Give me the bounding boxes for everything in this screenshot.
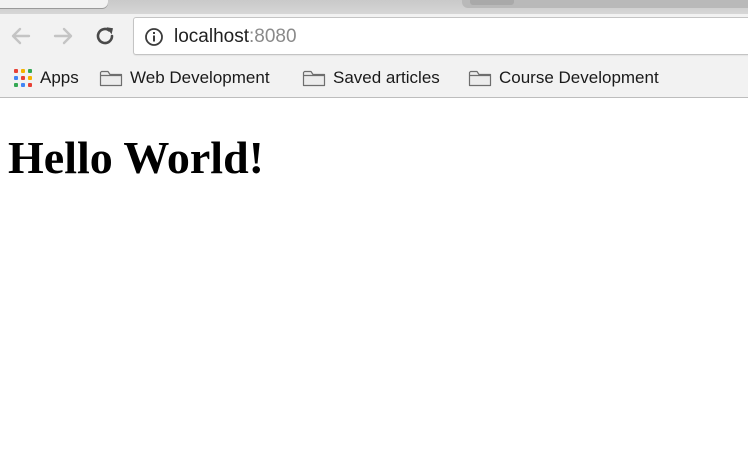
reload-icon bbox=[96, 27, 114, 45]
arrow-left-icon bbox=[11, 27, 31, 45]
apps-grid-dot bbox=[21, 83, 25, 87]
apps-grid-dot bbox=[21, 69, 25, 73]
browser-window: localhost:8080 Apps Web Development Save… bbox=[0, 0, 748, 452]
arrow-right-icon bbox=[53, 27, 73, 45]
bookmark-label: Web Development bbox=[130, 68, 270, 87]
bookmark-label: Course Development bbox=[499, 68, 659, 87]
tab-background[interactable] bbox=[462, 0, 748, 8]
tab-strip bbox=[0, 0, 748, 14]
browser-toolbar: localhost:8080 bbox=[0, 14, 748, 60]
apps-grid-dot bbox=[28, 69, 32, 73]
apps-grid-dot bbox=[14, 69, 18, 73]
page-content: Hello World! bbox=[0, 99, 748, 452]
bookmarks-bar: Apps Web Development Saved articles Cour… bbox=[0, 60, 748, 98]
url-text[interactable]: localhost:8080 bbox=[174, 26, 297, 48]
bookmark-apps[interactable]: Apps bbox=[13, 66, 79, 90]
apps-grid-icon bbox=[13, 68, 33, 88]
bookmark-apps-label: Apps bbox=[40, 68, 79, 87]
bookmark-label: Saved articles bbox=[333, 68, 440, 87]
bookmark-course-development[interactable]: Course Development bbox=[468, 66, 659, 90]
folder-icon bbox=[99, 70, 123, 87]
tab-background-inner bbox=[470, 0, 514, 5]
apps-grid-dot bbox=[21, 76, 25, 80]
page-heading: Hello World! bbox=[8, 132, 264, 183]
folder-icon bbox=[468, 70, 492, 87]
folder-icon bbox=[302, 70, 326, 87]
bookmark-web-development[interactable]: Web Development bbox=[99, 66, 270, 90]
url-port: :8080 bbox=[249, 26, 297, 47]
url-host: localhost bbox=[174, 26, 249, 47]
apps-grid-dot bbox=[28, 83, 32, 87]
apps-grid-dot bbox=[14, 83, 18, 87]
info-circle-icon[interactable] bbox=[144, 27, 164, 47]
forward-button[interactable] bbox=[49, 22, 77, 50]
tab-active[interactable] bbox=[0, 0, 108, 8]
address-bar[interactable]: localhost:8080 bbox=[133, 17, 748, 55]
apps-grid-dot bbox=[28, 76, 32, 80]
apps-grid-dot bbox=[14, 76, 18, 80]
bookmark-saved-articles[interactable]: Saved articles bbox=[302, 66, 440, 90]
back-button[interactable] bbox=[7, 22, 35, 50]
reload-button[interactable] bbox=[91, 22, 119, 50]
